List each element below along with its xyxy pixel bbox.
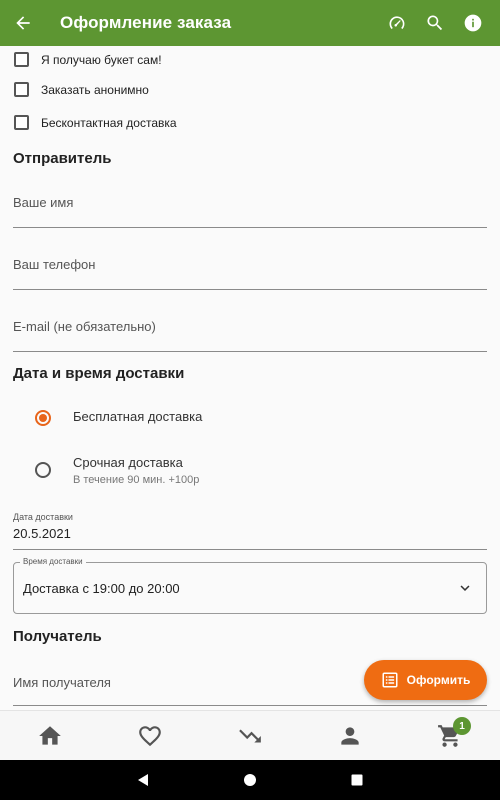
order-form[interactable]: Я получаю букет сам! Заказать анонимно Б…: [0, 46, 500, 710]
contactless-option[interactable]: Бесконтактная доставка: [14, 115, 177, 130]
delivery-time-label: Время доставки: [20, 557, 86, 566]
contactless-label: Бесконтактная доставка: [41, 115, 177, 130]
nav-sale[interactable]: [200, 711, 300, 760]
anonymous-label: Заказать анонимно: [41, 82, 149, 97]
urgent-delivery-label: Срочная доставка: [73, 455, 183, 470]
back-button[interactable]: [0, 0, 46, 46]
info-icon: [464, 14, 482, 32]
delivery-section-title: Дата и время доставки: [13, 365, 185, 382]
free-delivery-option[interactable]: Бесплатная доставка: [35, 409, 202, 426]
sender-phone-placeholder: Ваш телефон: [13, 257, 96, 272]
self-pickup-label: Я получаю букет сам!: [41, 52, 162, 67]
nav-home[interactable]: [0, 711, 100, 760]
urgent-delivery-radio[interactable]: [35, 462, 51, 478]
speedometer-icon: [389, 16, 405, 30]
arrow-back-icon: [16, 16, 30, 30]
anonymous-option[interactable]: Заказать анонимно: [14, 82, 149, 97]
bottom-navigation: 1: [0, 710, 500, 760]
recipient-section-title: Получатель: [13, 628, 102, 645]
nav-profile[interactable]: [300, 711, 400, 760]
delivery-date-label: Дата доставки: [13, 512, 73, 522]
self-pickup-option[interactable]: Я получаю букет сам!: [14, 52, 162, 67]
checkout-button[interactable]: Оформить: [364, 660, 487, 700]
free-delivery-label: Бесплатная доставка: [73, 409, 203, 424]
app-bar: Оформление заказа: [0, 0, 500, 46]
nav-home-icon[interactable]: [242, 772, 258, 788]
sender-phone-field[interactable]: Ваш телефон: [13, 248, 487, 290]
list-alt-icon: [382, 672, 398, 688]
urgent-delivery-option[interactable]: Срочная доставка В течение 90 мин. +100р: [35, 455, 199, 486]
nav-back-icon[interactable]: [135, 772, 151, 788]
nav-recents-icon[interactable]: [349, 772, 365, 788]
search-icon: [427, 15, 443, 31]
person-icon: [341, 726, 359, 745]
self-pickup-checkbox[interactable]: [14, 52, 29, 67]
chevron-down-icon: [460, 585, 470, 591]
recipient-name-placeholder: Имя получателя: [13, 675, 111, 690]
delivery-date-value: 20.5.2021: [13, 526, 71, 541]
page-title: Оформление заказа: [60, 13, 232, 32]
urgent-delivery-note: В течение 90 мин. +100р: [73, 474, 200, 486]
checkout-label: Оформить: [406, 673, 471, 687]
trending-down-icon: [239, 729, 261, 742]
search-button[interactable]: [416, 0, 454, 46]
cart-badge: 1: [453, 717, 471, 735]
info-button[interactable]: [454, 0, 492, 46]
delivery-date-field[interactable]: Дата доставки 20.5.2021: [13, 510, 487, 550]
sender-name-placeholder: Ваше имя: [13, 195, 74, 210]
sender-name-field[interactable]: Ваше имя: [13, 186, 487, 228]
delivery-time-select[interactable]: Время доставки Доставка с 19:00 до 20:00: [13, 557, 487, 614]
delivery-time-value: Доставка с 19:00 до 20:00: [23, 581, 180, 596]
system-navigation-bar: [0, 760, 500, 800]
sender-section-title: Отправитель: [13, 150, 112, 167]
anonymous-checkbox[interactable]: [14, 82, 29, 97]
sender-email-field[interactable]: E-mail (не обязательно): [13, 310, 487, 352]
free-delivery-radio[interactable]: [35, 410, 51, 426]
home-icon: [39, 725, 61, 745]
contactless-checkbox[interactable]: [14, 115, 29, 130]
nav-favorites[interactable]: [100, 711, 200, 760]
nav-cart[interactable]: 1: [400, 711, 500, 760]
sender-email-placeholder: E-mail (не обязательно): [13, 319, 156, 334]
heart-icon: [139, 725, 161, 746]
speedometer-button[interactable]: [378, 0, 416, 46]
